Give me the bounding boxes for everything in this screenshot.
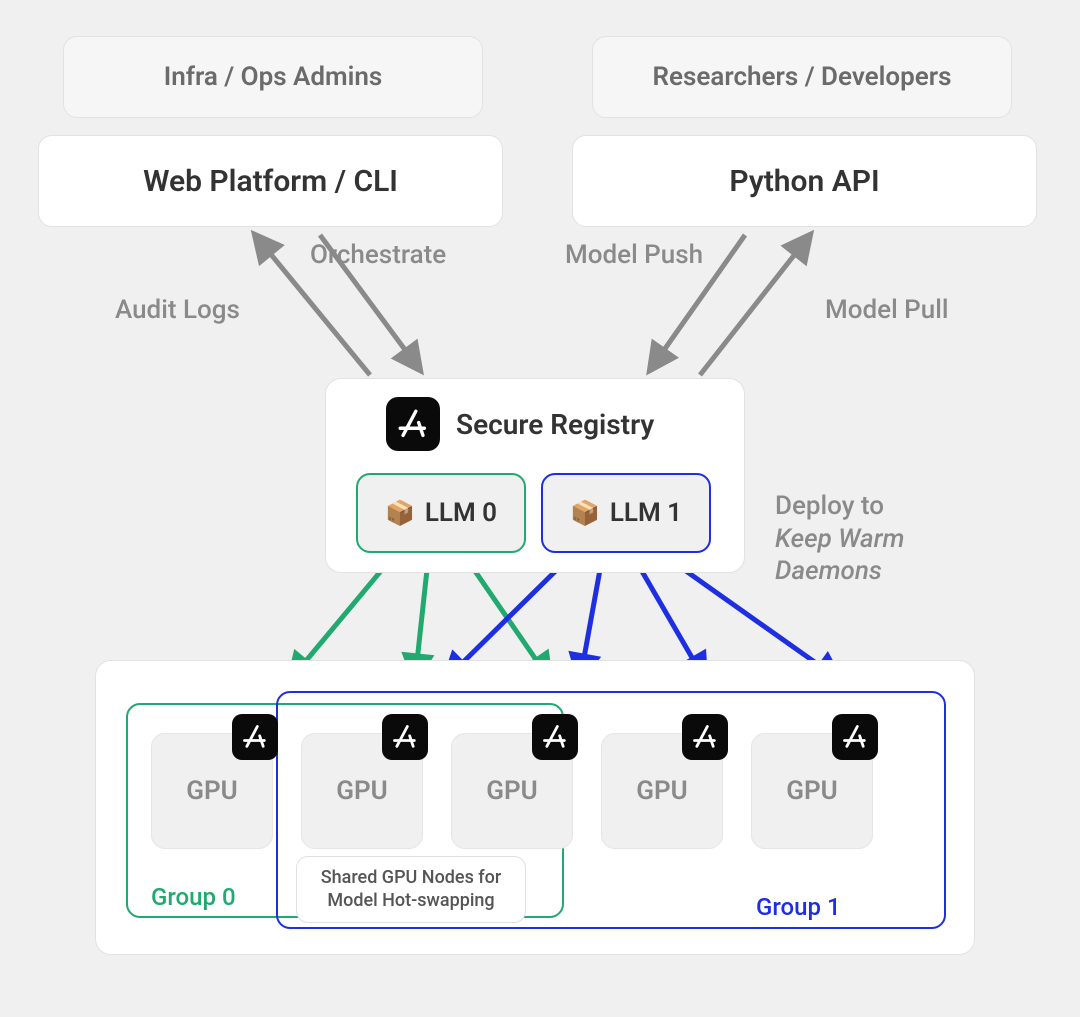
- edge-model-push: Model Push: [565, 240, 703, 270]
- registry-logo-icon: [386, 397, 440, 451]
- gpu-node-0: GPU: [151, 733, 273, 849]
- gpu-node-3: GPU: [601, 733, 723, 849]
- package-icon: 📦: [385, 499, 415, 527]
- gpu-node-4: GPU: [751, 733, 873, 849]
- interface-python-api-box: Python API: [572, 135, 1037, 227]
- registry-header: Secure Registry: [386, 397, 654, 451]
- llm1-box: 📦 LLM 1: [541, 473, 711, 553]
- edge-orchestrate: Orchestrate: [310, 240, 446, 270]
- edge-model-pull: Model Pull: [825, 295, 948, 325]
- gpu-container: GPU GPU GPU GPU GPU Shared GPU Nodes for…: [95, 660, 975, 955]
- daemon-logo-icon: [382, 714, 428, 760]
- gpu-node-2: GPU: [451, 733, 573, 849]
- role-devs-box: Researchers / Developers: [592, 36, 1012, 118]
- role-admins-box: Infra / Ops Admins: [63, 36, 483, 118]
- role-devs-label: Researchers / Developers: [653, 62, 952, 92]
- gpu-node-1: GPU: [301, 733, 423, 849]
- edge-audit-logs: Audit Logs: [115, 295, 240, 325]
- daemon-logo-icon: [232, 714, 278, 760]
- llm1-label: LLM 1: [610, 498, 682, 528]
- daemon-logo-icon: [832, 714, 878, 760]
- group1-label: Group 1: [756, 893, 841, 921]
- daemon-logo-icon: [682, 714, 728, 760]
- group0-label: Group 0: [151, 883, 236, 911]
- llm0-box: 📦 LLM 0: [356, 473, 526, 553]
- llm0-label: LLM 0: [425, 498, 497, 528]
- deploy-label: Deploy to Keep Warm Daemons: [775, 490, 904, 588]
- interface-python-api-label: Python API: [729, 164, 879, 199]
- registry-container: Secure Registry 📦 LLM 0 📦 LLM 1: [325, 378, 745, 573]
- shared-gpu-note: Shared GPU Nodes for Model Hot-swapping: [296, 856, 526, 923]
- interface-web-cli-label: Web Platform / CLI: [143, 164, 398, 199]
- registry-title: Secure Registry: [456, 408, 654, 441]
- daemon-logo-icon: [532, 714, 578, 760]
- interface-web-cli-box: Web Platform / CLI: [38, 135, 503, 227]
- role-admins-label: Infra / Ops Admins: [164, 62, 383, 92]
- package-icon: 📦: [570, 499, 600, 527]
